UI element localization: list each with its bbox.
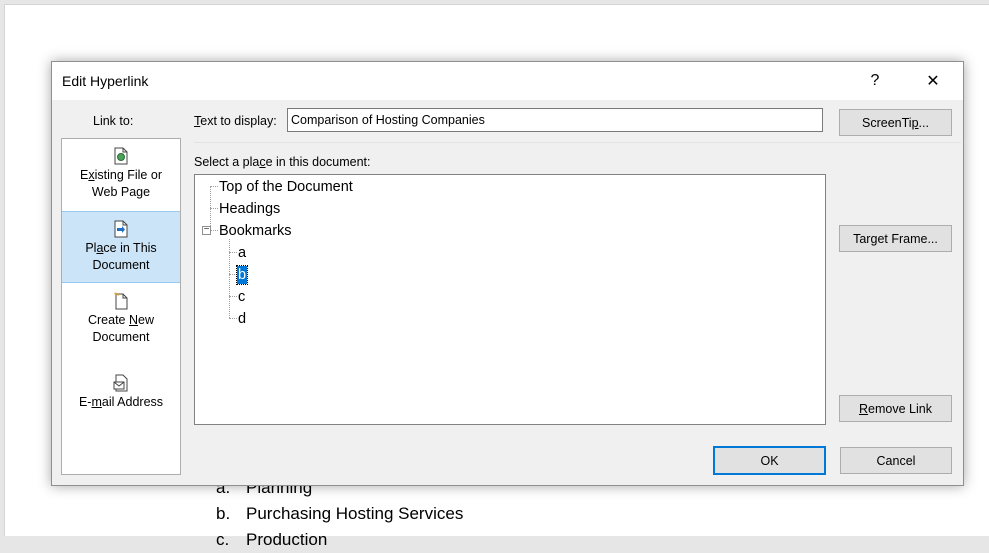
- remove-link-button[interactable]: Remove Link: [839, 395, 952, 422]
- help-icon: ?: [870, 72, 880, 89]
- tree-item-top-of-document[interactable]: Top of the Document: [219, 178, 353, 196]
- tree-item-bookmark[interactable]: c: [238, 288, 245, 306]
- place-in-document-icon: [114, 220, 128, 238]
- tree-item-headings[interactable]: Headings: [219, 200, 280, 218]
- link-to-new-document[interactable]: Create New Document: [62, 284, 180, 356]
- screentip-button[interactable]: ScreenTi p...: [839, 109, 952, 136]
- select-place-label: Select a place in this document:: [194, 155, 371, 169]
- close-button[interactable]: ✕: [910, 62, 956, 100]
- tree-connector: [229, 296, 237, 297]
- tree-item-bookmark-selected[interactable]: b: [235, 265, 249, 285]
- email-icon: [113, 374, 128, 392]
- target-frame-button[interactable]: Tar g et Frame...: [839, 225, 952, 252]
- list-item[interactable]: c. Production: [216, 527, 463, 553]
- tree-connector: [210, 186, 218, 187]
- link-to-existing-file[interactable]: Existing File or Web Page: [62, 139, 180, 211]
- tree-item-bookmark[interactable]: a: [238, 244, 246, 262]
- text-to-display-label: Text to display:: [194, 114, 277, 128]
- tree-connector: [229, 274, 237, 275]
- document-outline-list: a. Planning b. Purchasing Hosting Services…: [216, 475, 463, 553]
- link-to-place-in-document[interactable]: Place in This Document: [62, 211, 180, 283]
- close-icon: ✕: [926, 73, 940, 90]
- tree-connector: [229, 252, 237, 253]
- list-item[interactable]: b. Purchasing Hosting Services: [216, 501, 463, 527]
- link-to-email-address[interactable]: E-mail Address: [62, 366, 180, 438]
- tree-connector: [211, 230, 218, 231]
- dialog-title: Edit Hyperlink: [62, 73, 149, 89]
- ok-button[interactable]: OK: [713, 446, 826, 475]
- tree-connector: [210, 208, 218, 209]
- tree-connector: [229, 239, 230, 318]
- edit-hyperlink-dialog: Edit Hyperlink ? ✕ Link to: Existing Fil…: [51, 61, 964, 486]
- divider: [194, 142, 961, 143]
- dialog-titlebar[interactable]: Edit Hyperlink ? ✕: [52, 62, 963, 100]
- text-to-display-input[interactable]: Comparison of Hosting Companies: [287, 108, 823, 132]
- help-button[interactable]: ?: [852, 62, 898, 100]
- link-to-panel: Existing File or Web Page Place in This …: [61, 138, 181, 475]
- new-document-icon: [114, 292, 128, 310]
- tree-connector: [229, 318, 237, 319]
- collapse-icon[interactable]: −: [202, 225, 211, 235]
- document-places-tree[interactable]: Top of the Document Headings − Bookmarks…: [194, 174, 826, 425]
- cancel-button[interactable]: Cancel: [840, 447, 952, 474]
- tree-item-bookmark[interactable]: d: [238, 310, 246, 328]
- tree-item-bookmarks[interactable]: Bookmarks: [219, 222, 292, 240]
- existing-file-icon: [114, 147, 128, 165]
- link-to-label: Link to:: [93, 114, 134, 128]
